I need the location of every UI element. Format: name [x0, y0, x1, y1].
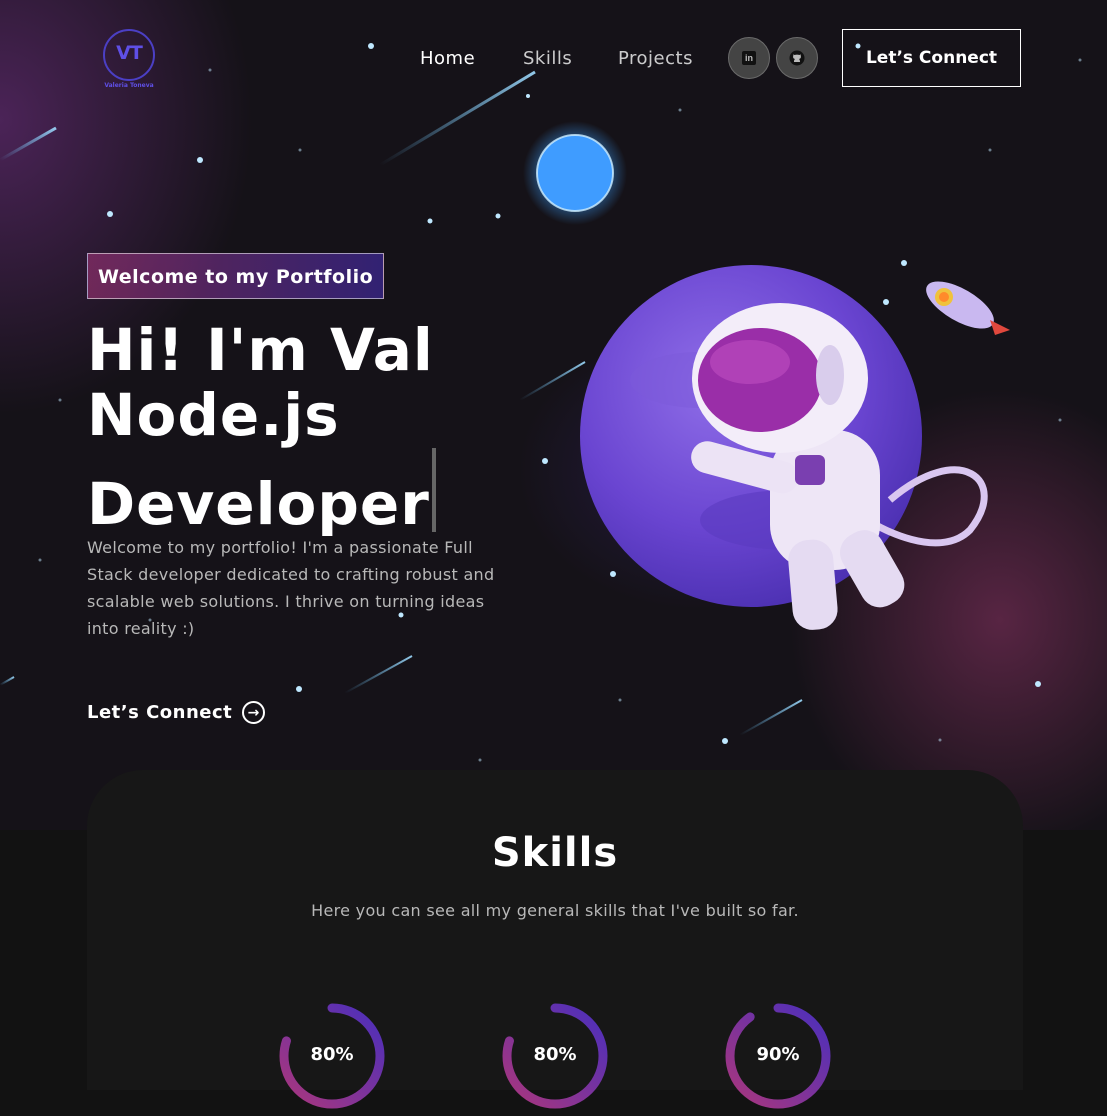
hero-intro: Welcome to my portfolio! I'm a passionat… [87, 538, 495, 638]
logo-initials: VT [116, 42, 143, 64]
nav-link-skills[interactable]: Skills [523, 48, 572, 69]
arrow-right-circle-icon: → [242, 701, 266, 724]
github-icon [789, 50, 805, 66]
skill-meter-value: 80% [310, 1044, 354, 1065]
linkedin-icon: in [742, 51, 756, 65]
hero-banner: VT Valeria Toneva Home Skills Projects i… [0, 0, 1107, 830]
nav-link-home[interactable]: Home [420, 48, 475, 69]
github-button[interactable] [776, 37, 818, 79]
skills-subtitle: Here you can see all my general skills t… [311, 901, 799, 920]
skill-meter-value: 80% [533, 1044, 577, 1065]
skill-meter: 90% [722, 1000, 834, 1112]
skills-section: Skills Here you can see all my general s… [87, 770, 1023, 1109]
skill-meter-value: 90% [756, 1044, 800, 1065]
skill-meter: 80% [276, 1000, 388, 1112]
headline-line-1: Hi! I'm Val [87, 316, 434, 384]
hero-connect-link[interactable]: Let’s Connect → [87, 701, 266, 724]
rocket-illustration [926, 281, 1010, 335]
headline-line-2: Node.js [87, 381, 340, 449]
welcome-tagline: Welcome to my Portfolio [87, 253, 385, 299]
logo-name: Valeria Toneva [104, 82, 154, 89]
skills-title: Skills [491, 830, 619, 876]
headline-line-3: Developer [87, 448, 436, 537]
hero-connect-label: Let’s Connect [87, 702, 233, 723]
linkedin-button[interactable]: in [728, 37, 770, 79]
logo[interactable]: VT Valeria Toneva [103, 29, 155, 89]
headline-role: Developer [87, 470, 430, 538]
lets-connect-button[interactable]: Let’s Connect [842, 29, 1021, 87]
hero-headline: Hi! I'm Val Node.js Developer [87, 318, 436, 537]
nav-link-projects[interactable]: Projects [618, 48, 693, 69]
glowing-moon [523, 121, 627, 225]
typing-cursor [431, 448, 436, 532]
skill-meter: 80% [499, 1000, 611, 1112]
